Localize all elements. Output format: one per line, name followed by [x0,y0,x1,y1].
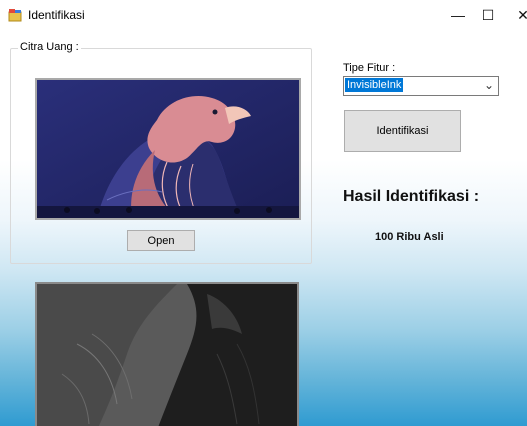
original-image-picturebox [35,78,301,220]
minimize-icon: — [451,7,465,23]
hasil-heading: Hasil Identifikasi : [343,188,480,205]
eagle-image [37,80,299,218]
tipe-fitur-label: Tipe Fitur : [343,62,396,74]
open-button[interactable]: Open [127,230,195,251]
groupbox-label: Citra Uang : [18,41,81,53]
app-window: Identifikasi — ☐ ✕ Citra Uang : Open Tip… [0,0,527,426]
maximize-icon: ☐ [481,6,495,23]
title-bar: Identifikasi — ☐ ✕ [0,0,527,30]
chevron-down-icon: ⌄ [483,78,494,92]
close-button[interactable]: ✕ [503,2,527,28]
tipe-fitur-selected: InvisibleInk [345,78,404,92]
open-button-label: Open [147,234,175,247]
eagle-grayscale-image [37,284,297,426]
app-icon [8,9,22,22]
processed-image-picturebox [35,282,299,426]
close-icon: ✕ [517,6,527,23]
maximize-button[interactable]: ☐ [468,2,508,28]
identifikasi-button-label: Identifikasi [376,125,429,137]
form-client-area: Citra Uang : Open Tipe Fitur: Invisible… [0,30,527,426]
identifikasi-button[interactable]: Identifikasi [344,110,461,152]
window-title: Identifikasi [28,8,85,22]
tipe-fitur-dropdown[interactable]: InvisibleInk ⌄ [343,76,499,96]
hasil-value: 100 Ribu Asli [375,231,444,243]
